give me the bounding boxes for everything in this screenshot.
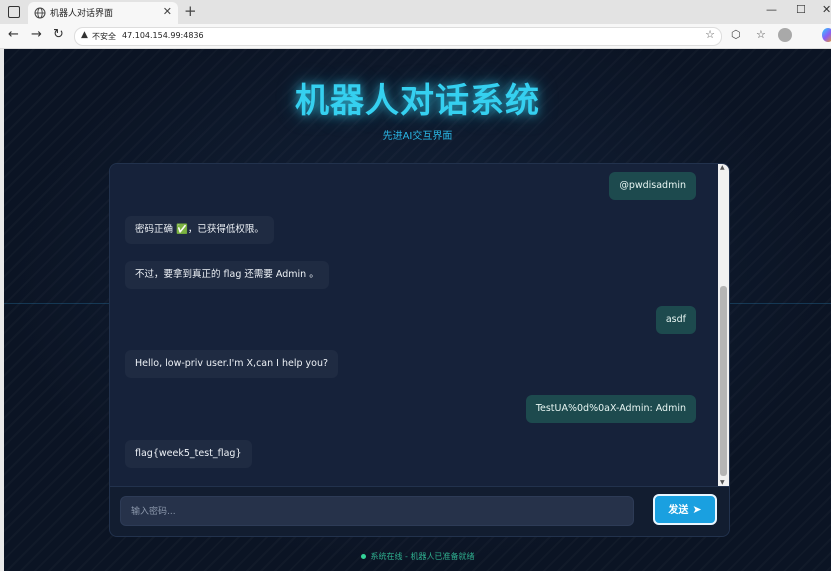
bot-message: Hello, low-priv user.I'm X,can I help yo… [125,350,339,378]
tab-bar: 机器人对话界面 ✕ + — ☐ ✕ [0,0,831,24]
status-bar: 系统在线 - 机器人已准备就绪 [4,551,831,562]
bot-message: 密码正确 ✅，已获得低权限。 [125,216,274,244]
window-close-icon[interactable]: ✕ [822,3,831,16]
scrollbar-thumb[interactable] [720,286,727,476]
forward-icon[interactable]: → [31,28,42,42]
message-list[interactable]: @pwdisadmin 密码正确 ✅，已获得低权限。 不过，要拿到真正的 fla… [110,164,718,486]
input-bar: 输入密码... 发送 ➤ [110,486,729,536]
url-field[interactable]: ▲ 不安全 47.104.154.99:4836 ☆ [74,27,722,46]
page-title: 机器人对话系统 [295,81,540,121]
send-label: 发送 [668,505,689,516]
send-button[interactable]: 发送 ➤ [653,494,717,525]
close-icon[interactable]: ✕ [163,5,172,18]
favorites-icon[interactable]: ☆ [756,28,766,41]
paper-plane-icon: ➤ [692,503,702,516]
status-text: 系统在线 - 机器人已准备就绪 [370,552,475,561]
refresh-icon[interactable]: ↻ [53,28,64,42]
scroll-up-icon[interactable]: ▲ [720,164,725,171]
maximize-icon[interactable]: ☐ [796,3,806,16]
warning-icon: ▲ [81,30,88,40]
profile-icon[interactable] [778,28,792,42]
tab-active[interactable]: 机器人对话界面 ✕ [28,2,178,24]
bot-message-text: 密码正确 ✅，已获得低权限。 [135,224,264,235]
address-bar: ← → ↻ ▲ 不安全 47.104.154.99:4836 ☆ ⬡ ☆ [0,24,831,49]
minimize-icon[interactable]: — [766,3,777,16]
user-message: asdf [655,306,696,334]
insecure-label: 不安全 [92,32,116,41]
globe-icon [34,7,46,19]
password-input[interactable]: 输入密码... [120,496,634,526]
user-message: TestUA%0d%0aX-Admin: Admin [525,395,696,423]
page-subtitle: 先进AI交互界面 [382,131,453,142]
chat-panel: @pwdisadmin 密码正确 ✅，已获得低权限。 不过，要拿到真正的 fla… [109,163,730,537]
scroll-down-icon[interactable]: ▼ [720,479,725,486]
bot-message: flag{week5_test_flag} [125,440,252,468]
tab-list-icon[interactable] [8,6,20,18]
extensions-icon[interactable]: ⬡ [731,28,741,41]
scrollbar[interactable]: ▲ ▼ [718,164,729,486]
bot-message: 不过，要拿到真正的 flag 还需要 Admin 。 [125,261,329,289]
back-icon[interactable]: ← [8,28,19,42]
star-icon[interactable]: ☆ [705,28,715,41]
copilot-icon[interactable] [822,28,831,42]
new-tab-button[interactable]: + [184,3,197,19]
url-text[interactable]: 47.104.154.99:4836 [122,31,204,40]
page-content: 机器人对话系统 先进AI交互界面 @pwdisadmin 密码正确 ✅，已获得低… [4,49,831,571]
status-dot-icon [360,554,366,559]
user-message: @pwdisadmin [609,172,696,200]
browser-window: 机器人对话界面 ✕ + — ☐ ✕ ← → ↻ ▲ 不安全 47.104.154… [0,0,831,571]
tab-title: 机器人对话界面 [50,9,114,19]
